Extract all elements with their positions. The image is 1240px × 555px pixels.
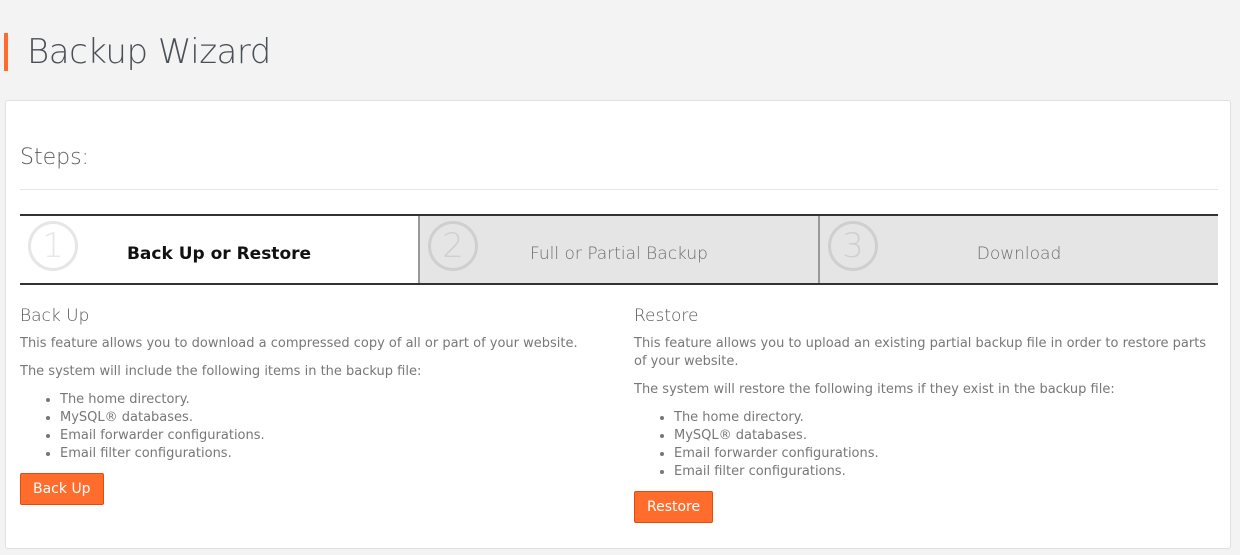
divider	[20, 189, 1218, 190]
step-back-up-or-restore: 1 Back Up or Restore	[20, 216, 418, 283]
list-item: The home directory.	[674, 409, 1214, 427]
list-item: The home directory.	[60, 391, 600, 409]
backup-items-list: The home directory. MySQL® databases. Em…	[20, 391, 600, 463]
restore-list-intro: The system will restore the following it…	[634, 382, 1115, 397]
list-item: Email filter configurations.	[674, 463, 1214, 481]
restore-description: This feature allows you to upload an exi…	[634, 336, 1207, 369]
step-label: Full or Partial Backup	[530, 244, 708, 264]
backup-title: Back Up	[20, 306, 90, 326]
list-item: MySQL® databases.	[674, 427, 1214, 445]
restore-button[interactable]: Restore	[634, 491, 714, 523]
restore-section: Restore This feature allows you to uploa…	[634, 305, 1214, 523]
step-label: Back Up or Restore	[126, 244, 312, 264]
backup-description: This feature allows you to download a co…	[20, 336, 578, 351]
wizard-panel: Steps: 1 Back Up or Restore 2 Full or Pa…	[5, 100, 1231, 549]
step-download: 3 Download	[818, 216, 1218, 283]
steps-heading: Steps:	[20, 145, 89, 170]
page-title: Backup Wizard	[27, 32, 271, 72]
page-header: Backup Wizard	[4, 33, 271, 71]
restore-title: Restore	[634, 306, 699, 326]
list-item: Email filter configurations.	[60, 445, 600, 463]
list-item: MySQL® databases.	[60, 409, 600, 427]
step-label: Download	[976, 244, 1062, 264]
backup-section: Back Up This feature allows you to downl…	[20, 305, 600, 505]
step-full-or-partial-backup: 2 Full or Partial Backup	[418, 216, 818, 283]
list-item: Email forwarder configurations.	[674, 445, 1214, 463]
wizard-stepper: 1 Back Up or Restore 2 Full or Partial B…	[20, 214, 1218, 285]
backup-list-intro: The system will include the following it…	[20, 364, 422, 379]
restore-items-list: The home directory. MySQL® databases. Em…	[634, 409, 1214, 481]
back-up-button[interactable]: Back Up	[20, 473, 104, 505]
list-item: Email forwarder configurations.	[60, 427, 600, 445]
